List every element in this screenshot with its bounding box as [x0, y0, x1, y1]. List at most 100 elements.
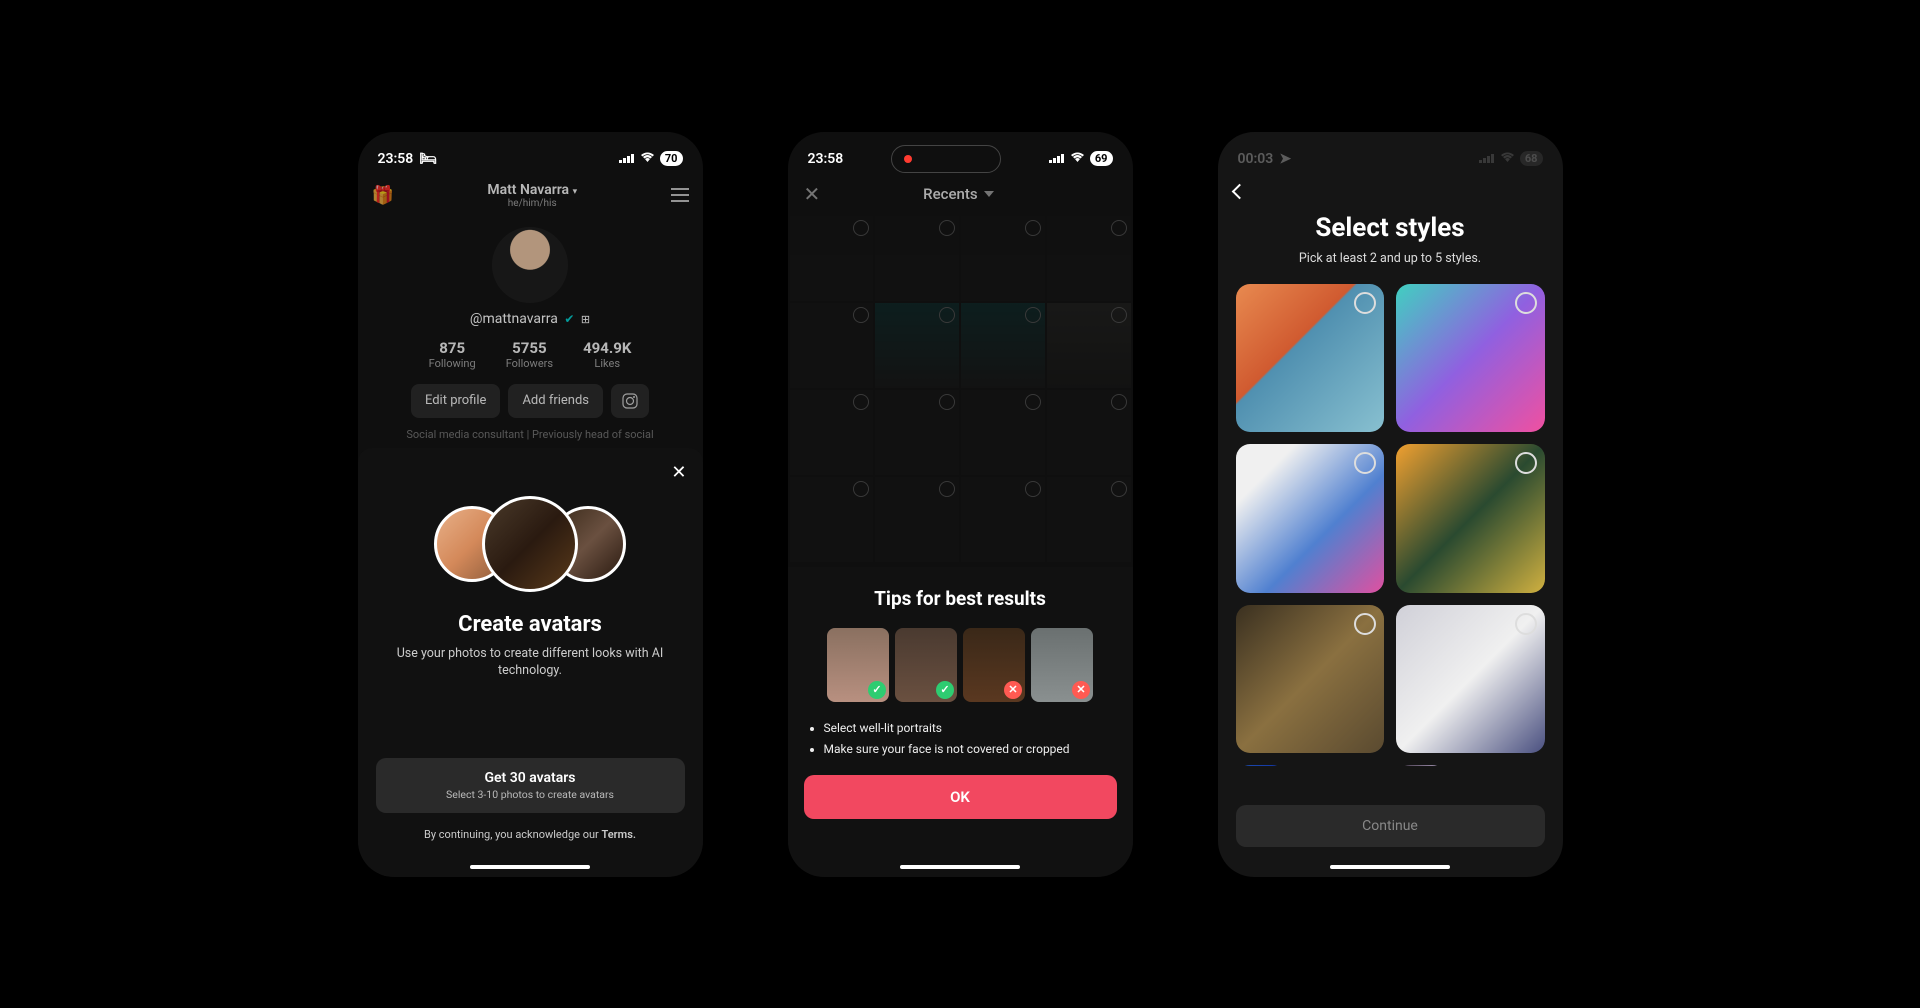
battery-icon: 68 — [1520, 151, 1543, 166]
tip-example-bad: ✕ — [963, 628, 1025, 702]
status-time: 23:58 — [808, 151, 844, 167]
sleep-icon: 🛏 — [419, 151, 437, 167]
status-bar: 23:58 🛏 70 — [358, 132, 703, 174]
cellular-icon — [619, 151, 635, 167]
photo-thumbnail[interactable] — [1047, 477, 1131, 562]
add-friends-button[interactable]: Add friends — [508, 384, 603, 418]
home-indicator[interactable] — [470, 865, 590, 869]
home-indicator[interactable] — [1330, 865, 1450, 869]
photo-thumbnail[interactable] — [961, 216, 1045, 301]
tip-example-good: ✓ — [827, 628, 889, 702]
chevron-left-icon — [1231, 183, 1247, 199]
battery-icon: 69 — [1090, 151, 1113, 166]
status-right: 69 — [1049, 151, 1113, 167]
instagram-icon[interactable] — [611, 384, 649, 418]
style-card[interactable] — [1236, 765, 1286, 766]
photo-thumbnail[interactable] — [1047, 390, 1131, 475]
photo-grid[interactable] — [788, 214, 1133, 564]
status-right: 68 — [1479, 151, 1543, 167]
x-icon: ✕ — [1072, 681, 1090, 699]
style-card[interactable] — [1236, 444, 1385, 593]
photo-thumbnail[interactable] — [790, 303, 874, 388]
profile-name[interactable]: Matt Navarra — [487, 182, 569, 198]
style-card[interactable] — [1236, 284, 1385, 433]
photo-thumbnail[interactable] — [961, 477, 1045, 562]
back-button[interactable] — [1218, 174, 1563, 207]
photo-thumbnail[interactable] — [875, 216, 959, 301]
chevron-down-icon — [984, 191, 994, 197]
location-icon: ➤ — [1279, 151, 1291, 167]
home-indicator[interactable] — [900, 865, 1020, 869]
profile-header: 🎁 Matt Navarra ▾ he/him/his — [358, 174, 703, 217]
album-selector[interactable]: Recents — [923, 185, 993, 203]
styles-grid[interactable] — [1218, 266, 1563, 766]
status-bar: 23:58 69 — [788, 132, 1133, 174]
profile-avatar[interactable] — [492, 227, 568, 303]
profile-stats: 875 Following 5755 Followers 494.9K Like… — [358, 339, 703, 370]
gift-icon[interactable]: 🎁 — [372, 185, 394, 206]
photo-thumbnail[interactable] — [875, 303, 959, 388]
photo-thumbnail[interactable] — [961, 303, 1045, 388]
screen-record-indicator[interactable] — [891, 145, 1001, 173]
photo-thumbnail[interactable] — [790, 390, 874, 475]
photo-thumbnail[interactable] — [875, 390, 959, 475]
tips-sheet: Tips for best results ✓ ✓ ✕ ✕ Select wel… — [788, 567, 1133, 877]
profile-pronouns: he/him/his — [487, 198, 577, 209]
photo-thumbnail[interactable] — [790, 477, 874, 562]
status-bar: 00:03 ➤ 68 — [1218, 132, 1563, 174]
cellular-icon — [1049, 151, 1065, 167]
tip-example-good: ✓ — [895, 628, 957, 702]
photo-thumbnail[interactable] — [875, 477, 959, 562]
style-card[interactable] — [1396, 284, 1545, 433]
ok-button[interactable]: OK — [804, 775, 1117, 819]
profile-handle: @mattnavarra — [470, 311, 558, 327]
status-right: 70 — [619, 151, 683, 167]
style-card[interactable] — [1236, 605, 1385, 754]
stat-likes[interactable]: 494.9K Likes — [583, 339, 631, 370]
wifi-icon — [640, 151, 655, 167]
close-icon[interactable]: ✕ — [804, 182, 821, 206]
tips-list: Select well-lit portraits Make sure your… — [804, 718, 1117, 761]
photo-thumbnail[interactable] — [1047, 216, 1131, 301]
stat-followers[interactable]: 5755 Followers — [506, 339, 553, 370]
page-subtitle: Pick at least 2 and up to 5 styles. — [1218, 251, 1563, 266]
photo-thumbnail[interactable] — [961, 390, 1045, 475]
terms-text: By continuing, you acknowledge our Terms… — [358, 828, 703, 841]
photo-thumbnail[interactable] — [1047, 303, 1131, 388]
profile-bio: Social media consultant | Previously hea… — [358, 428, 703, 441]
wifi-icon — [1500, 151, 1515, 167]
check-icon: ✓ — [936, 681, 954, 699]
sheet-title: Create avatars — [376, 612, 685, 637]
picker-header: ✕ Recents — [788, 174, 1133, 214]
x-icon: ✕ — [1004, 681, 1022, 699]
tip-example-bad: ✕ — [1031, 628, 1093, 702]
verified-icon: ✔ — [564, 312, 574, 326]
check-icon: ✓ — [868, 681, 886, 699]
style-card[interactable] — [1396, 605, 1545, 754]
phone-select-styles-screen: 00:03 ➤ 68 Select styles Pick at least 2… — [1218, 132, 1563, 877]
stat-following[interactable]: 875 Following — [429, 339, 476, 370]
sheet-subtitle: Use your photos to create different look… — [376, 645, 685, 680]
photo-thumbnail[interactable] — [790, 216, 874, 301]
status-time: 00:03 — [1238, 151, 1274, 167]
record-dot-icon — [904, 155, 912, 163]
avatar-preview-trio — [376, 496, 685, 592]
style-card[interactable] — [1396, 765, 1446, 766]
avatar-preview-2 — [482, 496, 578, 592]
create-avatars-sheet: ✕ Create avatars Use your photos to crea… — [358, 448, 703, 877]
style-card[interactable] — [1396, 444, 1545, 593]
edit-profile-button[interactable]: Edit profile — [411, 384, 501, 418]
terms-link[interactable]: Terms. — [602, 828, 636, 841]
continue-button[interactable]: Continue — [1236, 805, 1545, 847]
tips-title: Tips for best results — [804, 587, 1117, 610]
cellular-icon — [1479, 151, 1495, 167]
profile-handle-row: @mattnavarra ✔ ⊞ — [358, 311, 703, 327]
close-icon[interactable]: ✕ — [671, 462, 686, 483]
wifi-icon — [1070, 151, 1085, 167]
qr-icon[interactable]: ⊞ — [581, 313, 590, 326]
get-avatars-button[interactable]: Get 30 avatars Select 3-10 photos to cre… — [376, 758, 685, 813]
tip-item: Make sure your face is not covered or cr… — [824, 739, 1117, 761]
tip-item: Select well-lit portraits — [824, 718, 1117, 740]
menu-icon[interactable] — [671, 188, 689, 202]
phone-profile-screen: 23:58 🛏 70 🎁 Matt Navarra ▾ he/him/his @… — [358, 132, 703, 877]
